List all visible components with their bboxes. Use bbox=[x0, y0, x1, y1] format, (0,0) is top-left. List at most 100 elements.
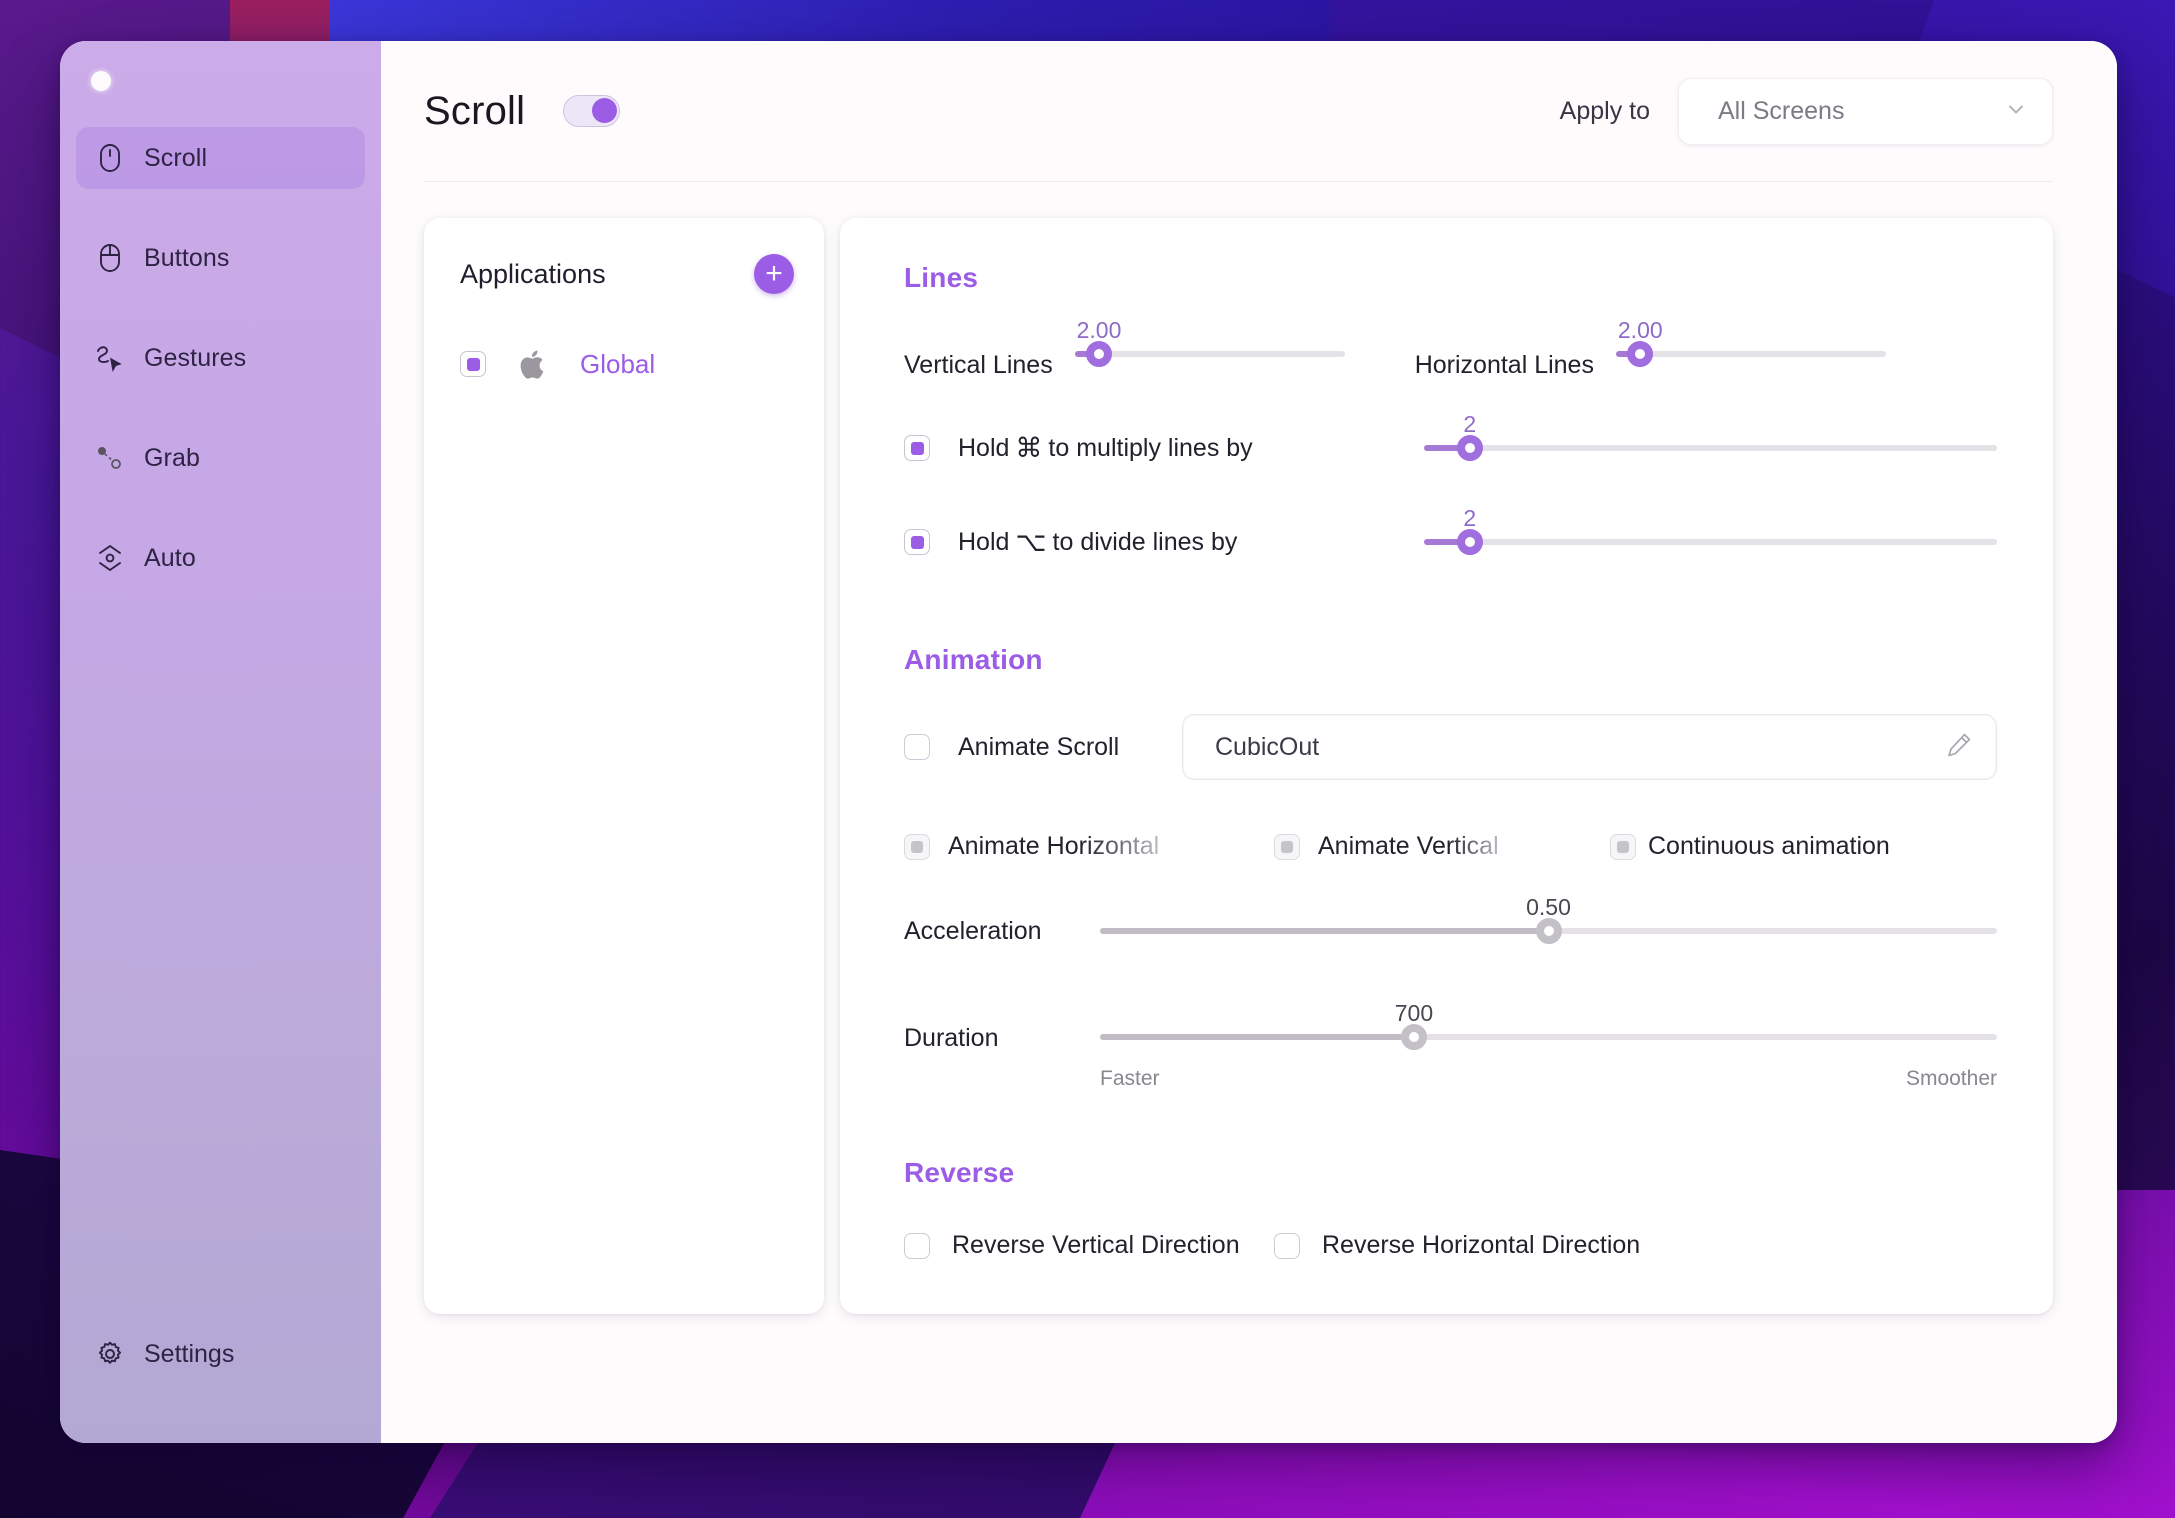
reverse-horizontal-label: Reverse Horizontal Direction bbox=[1322, 1231, 1641, 1259]
animate-vertical-label: Animate Vertical bbox=[1318, 832, 1499, 860]
application-name: Global bbox=[580, 348, 656, 379]
vertical-lines-label: Vertical Lines bbox=[904, 351, 1053, 379]
vertical-lines-slider[interactable]: 2.00 bbox=[1074, 317, 1345, 380]
reverse-vertical-checkbox[interactable] bbox=[904, 1232, 930, 1259]
easing-function-input[interactable]: CubicOut bbox=[1182, 714, 1997, 780]
content-area: Scroll Apply to All Screens Applications bbox=[381, 41, 2117, 1443]
animate-scroll-row: Animate Scroll CubicOut bbox=[904, 714, 1997, 780]
lines-sliders-row: Vertical Lines 2.00 Horizontal Lines 2.0… bbox=[904, 317, 1997, 380]
close-dot-icon[interactable] bbox=[91, 71, 111, 91]
animate-horizontal-label: Animate Horizontal bbox=[948, 832, 1160, 860]
slider-thumb[interactable] bbox=[1535, 918, 1562, 944]
applications-header: Applications + bbox=[460, 254, 794, 294]
multiply-lines-slider[interactable]: 2 bbox=[1424, 411, 1997, 474]
pencil-icon[interactable] bbox=[1944, 730, 1974, 765]
sidebar-item-label: Buttons bbox=[144, 243, 230, 272]
divide-lines-slider[interactable]: 2 bbox=[1424, 505, 1997, 568]
auto-layers-icon bbox=[95, 543, 125, 573]
sidebar-item-gestures[interactable]: Gestures bbox=[76, 327, 365, 389]
sidebar-nav: Scroll Buttons Gestures Grab Auto bbox=[60, 127, 381, 627]
chevron-down-icon bbox=[2002, 95, 2030, 128]
panels: Applications + Global Lines Vertical Lin… bbox=[381, 182, 2117, 1314]
slider-thumb[interactable] bbox=[1456, 435, 1483, 461]
acceleration-value: 0.50 bbox=[1526, 894, 1571, 920]
slider-thumb[interactable] bbox=[1456, 529, 1483, 555]
mouse-scroll-icon bbox=[95, 143, 125, 173]
section-title-lines: Lines bbox=[904, 262, 979, 293]
multiply-lines-toggle-group[interactable]: Hold ⌘ to multiply lines by bbox=[904, 433, 1424, 464]
grab-drag-icon bbox=[95, 443, 125, 473]
toggle-knob bbox=[592, 98, 618, 123]
section-title-animation: Animation bbox=[904, 644, 1043, 675]
duration-slider[interactable]: 700 bbox=[1100, 1000, 1997, 1063]
option-key-icon: ⌥ bbox=[1015, 526, 1047, 557]
duration-row: Duration 700 Faster Smoother bbox=[904, 1000, 1997, 1091]
duration-label: Duration bbox=[904, 1024, 999, 1052]
vertical-lines-value: 2.00 bbox=[1076, 317, 1122, 343]
list-item[interactable]: Global bbox=[460, 347, 794, 381]
window-controls bbox=[60, 41, 381, 91]
sidebar-item-buttons[interactable]: Buttons bbox=[76, 227, 365, 289]
divide-lines-checkbox[interactable] bbox=[904, 529, 930, 555]
slider-thumb[interactable] bbox=[1400, 1024, 1427, 1050]
applications-title: Applications bbox=[460, 258, 606, 289]
reverse-vertical-label: Reverse Vertical Direction bbox=[952, 1231, 1240, 1259]
continuous-animation-checkbox[interactable] bbox=[1610, 833, 1636, 860]
reverse-vertical-group[interactable]: Reverse Vertical Direction bbox=[904, 1231, 1274, 1260]
multiply-text-before: Hold bbox=[958, 433, 1010, 462]
slider-fill bbox=[1100, 1034, 1414, 1040]
sidebar-item-label: Grab bbox=[144, 443, 200, 472]
animate-scroll-checkbox[interactable] bbox=[904, 734, 930, 760]
slider-fill bbox=[1100, 928, 1549, 934]
sidebar-item-auto[interactable]: Auto bbox=[76, 527, 365, 589]
reverse-horizontal-checkbox[interactable] bbox=[1274, 1232, 1300, 1259]
scroll-enabled-toggle[interactable] bbox=[563, 95, 621, 127]
multiply-text-after: to multiply lines by bbox=[1048, 433, 1253, 462]
sidebar-item-grab[interactable]: Grab bbox=[76, 427, 365, 489]
horizontal-lines-label: Horizontal Lines bbox=[1414, 351, 1594, 379]
horizontal-lines-slider[interactable]: 2.00 bbox=[1615, 317, 1886, 380]
animate-scroll-label: Animate Scroll bbox=[958, 732, 1120, 761]
command-key-icon: ⌘ bbox=[1015, 432, 1043, 463]
easing-function-value: CubicOut bbox=[1215, 732, 1320, 761]
divide-lines-toggle-group[interactable]: Hold ⌥ to divide lines by bbox=[904, 527, 1424, 558]
slider-track bbox=[1424, 445, 1997, 451]
sidebar-item-label: Gestures bbox=[144, 343, 247, 372]
apply-to-select[interactable]: All Screens bbox=[1678, 77, 2053, 145]
divide-text-before: Hold bbox=[958, 527, 1010, 556]
animate-vertical-checkbox[interactable] bbox=[1274, 833, 1300, 860]
reverse-horizontal-group[interactable]: Reverse Horizontal Direction bbox=[1274, 1231, 1640, 1260]
multiply-lines-checkbox[interactable] bbox=[904, 435, 930, 461]
page-title: Scroll bbox=[424, 88, 526, 133]
gesture-cursor-icon bbox=[95, 343, 125, 373]
divide-text-after: to divide lines by bbox=[1052, 527, 1238, 556]
slider-thumb[interactable] bbox=[1086, 341, 1112, 367]
app-window: Scroll Buttons Gestures Grab Auto Settin… bbox=[60, 41, 2117, 1443]
animate-vertical-group[interactable]: Animate Vertical bbox=[1274, 832, 1610, 861]
sidebar-item-settings[interactable]: Settings bbox=[60, 1323, 381, 1385]
slider-thumb[interactable] bbox=[1627, 341, 1654, 367]
acceleration-row: Acceleration 0.50 bbox=[904, 894, 1997, 957]
continuous-animation-group[interactable]: Continuous animation bbox=[1610, 832, 1890, 861]
add-application-button[interactable]: + bbox=[754, 254, 794, 294]
divide-lines-row: Hold ⌥ to divide lines by 2 bbox=[904, 505, 1997, 568]
gear-icon bbox=[95, 1339, 125, 1369]
acceleration-slider[interactable]: 0.50 bbox=[1100, 894, 1997, 957]
application-checkbox[interactable] bbox=[460, 351, 486, 377]
duration-value: 700 bbox=[1394, 1000, 1434, 1026]
slider-track bbox=[1074, 351, 1345, 357]
vertical-lines-group: Vertical Lines 2.00 bbox=[904, 317, 1345, 380]
animate-horizontal-group[interactable]: Animate Horizontal bbox=[904, 832, 1274, 861]
animation-axes-row: Animate Horizontal Animate Vertical Cont… bbox=[904, 832, 1997, 861]
top-bar: Scroll Apply to All Screens bbox=[381, 41, 2117, 181]
sidebar-item-label: Scroll bbox=[144, 143, 208, 172]
duration-max-label: Smoother bbox=[1905, 1067, 1997, 1090]
acceleration-label: Acceleration bbox=[904, 916, 1042, 945]
horizontal-lines-value: 2.00 bbox=[1617, 317, 1663, 343]
sidebar-item-scroll[interactable]: Scroll bbox=[76, 127, 365, 189]
animate-horizontal-checkbox[interactable] bbox=[904, 833, 930, 860]
horizontal-lines-group: Horizontal Lines 2.00 bbox=[1414, 317, 1886, 380]
divide-lines-value: 2 bbox=[1463, 505, 1477, 531]
plus-icon: + bbox=[765, 257, 783, 290]
sidebar-item-label: Auto bbox=[144, 543, 196, 572]
